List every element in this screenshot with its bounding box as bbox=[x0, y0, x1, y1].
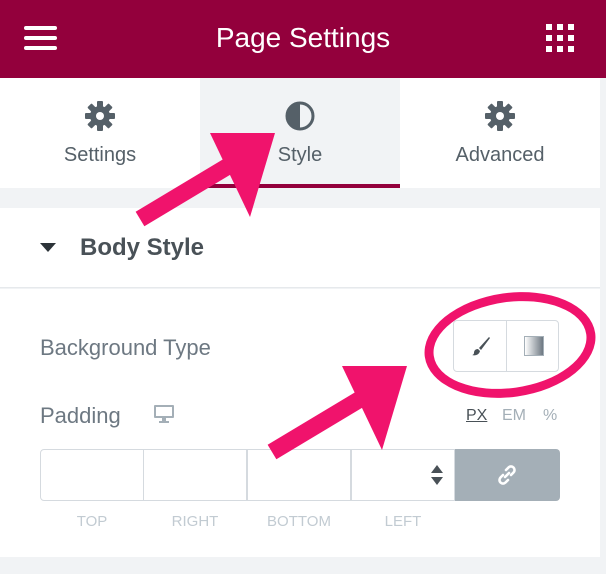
padding-right-input[interactable] bbox=[143, 449, 247, 501]
settings-tabs: Settings Style Advanced bbox=[0, 78, 600, 188]
padding-top-input[interactable] bbox=[40, 449, 144, 501]
section-title: Body Style bbox=[80, 234, 205, 261]
unit-percent[interactable]: % bbox=[543, 407, 557, 425]
padding-top-label: TOP bbox=[76, 513, 108, 530]
padding-right-label: RIGHT bbox=[171, 513, 219, 530]
half-circle-contrast-icon bbox=[285, 101, 315, 131]
top-bar: Page Settings bbox=[0, 0, 606, 78]
padding-label: Padding bbox=[40, 403, 121, 428]
chain-link-icon bbox=[498, 465, 516, 485]
apps-grid-icon[interactable] bbox=[546, 24, 574, 52]
caret-down-icon bbox=[40, 243, 56, 252]
number-spinner-icon[interactable] bbox=[430, 463, 444, 487]
unit-em[interactable]: EM bbox=[502, 407, 526, 425]
tab-advanced-label: Advanced bbox=[455, 144, 545, 166]
background-type-label: Background Type bbox=[40, 335, 211, 360]
annotation-arrow-to-background-type bbox=[267, 366, 407, 460]
gear-icon bbox=[85, 101, 115, 131]
desktop-monitor-icon[interactable] bbox=[153, 404, 175, 424]
page-title: Page Settings bbox=[215, 22, 391, 53]
tab-advanced[interactable]: Advanced bbox=[400, 78, 600, 188]
gear-icon bbox=[485, 101, 515, 131]
body-style-section-toggle[interactable]: Body Style bbox=[0, 208, 600, 288]
padding-bottom-label: BOTTOM bbox=[267, 513, 331, 530]
unit-px[interactable]: PX bbox=[466, 407, 487, 425]
padding-left-label: LEFT bbox=[384, 513, 422, 530]
link-values-button[interactable] bbox=[455, 449, 560, 501]
annotation-arrow-to-style-tab bbox=[135, 133, 275, 227]
